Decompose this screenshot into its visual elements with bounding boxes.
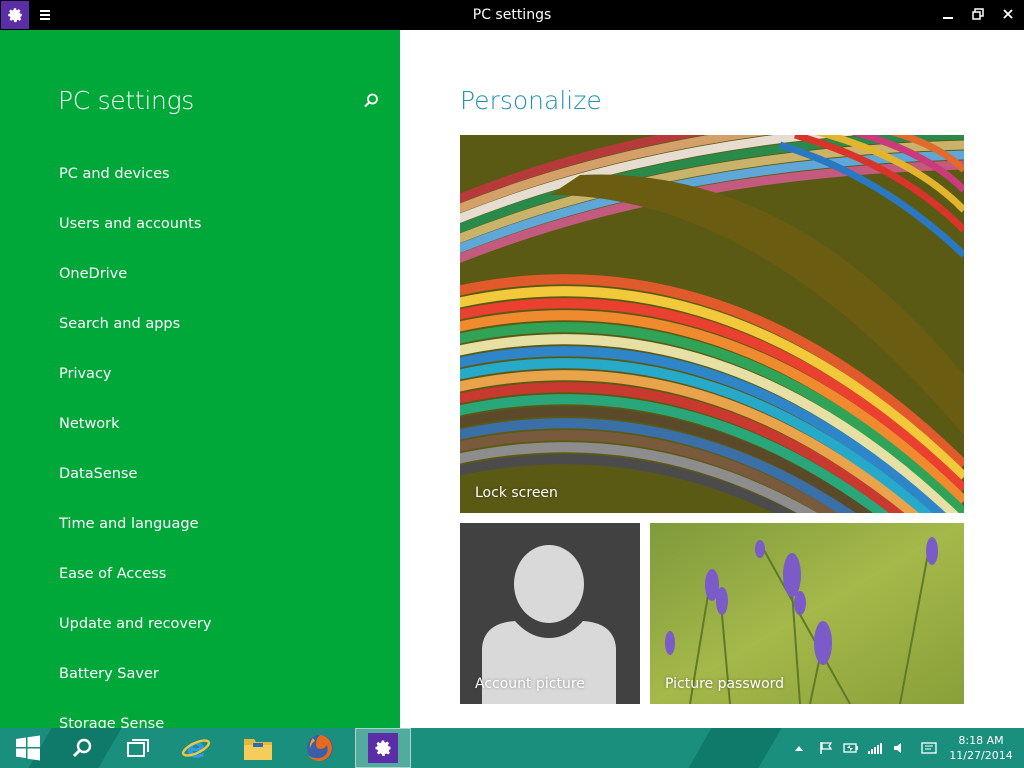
search-icon[interactable] [362,92,380,110]
sidebar-item-time-and-language[interactable]: Time and language [59,516,211,566]
sidebar-title: PC settings [58,86,195,115]
internet-explorer-icon[interactable]: e [168,728,224,768]
clock-date: 11/27/2014 [949,749,1013,762]
task-view-icon[interactable] [110,728,166,768]
notification-icon[interactable] [920,740,938,756]
sidebar-item-onedrive[interactable]: OneDrive [59,266,211,316]
lock-screen-tile[interactable]: Lock screen [460,135,964,513]
sidebar-item-ease-of-access[interactable]: Ease of Access [59,566,211,616]
lock-screen-image [460,135,964,513]
signal-icon[interactable] [866,740,884,756]
lock-screen-label: Lock screen [475,485,558,501]
sidebar-item-datasense[interactable]: DataSense [59,466,211,516]
nav-list: PC and devices Users and accounts OneDri… [59,166,211,728]
taskbar: e 8:18 AM 11/27/2014 [0,728,1024,768]
account-picture-label: Account picture [475,676,585,692]
picture-password-tile[interactable]: Picture password [650,523,964,704]
sidebar-item-search-and-apps[interactable]: Search and apps [59,316,211,366]
volume-icon[interactable] [892,740,906,756]
sidebar-item-update-and-recovery[interactable]: Update and recovery [59,616,211,666]
flag-icon[interactable] [818,740,834,756]
window-title: PC settings [472,7,552,23]
sidebar-item-storage-sense[interactable]: Storage Sense [59,716,211,728]
clock[interactable]: 8:18 AM 11/27/2014 [948,733,1014,763]
taskbar-search-icon[interactable] [54,728,110,768]
restore-icon[interactable] [970,6,986,22]
show-hidden-icons[interactable] [794,740,804,756]
sidebar-item-network[interactable]: Network [59,416,211,466]
sidebar: PC settings PC and devices Users and acc… [0,30,400,728]
sidebar-item-pc-and-devices[interactable]: PC and devices [59,166,211,216]
file-explorer-icon[interactable] [230,728,286,768]
main-content: Personalize Lock screen Account picture … [400,30,1024,728]
gear-icon [368,733,398,763]
clock-time: 8:18 AM [958,734,1004,747]
sidebar-item-privacy[interactable]: Privacy [59,366,211,416]
minimize-icon[interactable] [940,6,956,22]
sidebar-item-battery-saver[interactable]: Battery Saver [59,666,211,716]
account-picture-tile[interactable]: Account picture [460,523,640,704]
pc-settings-taskbar-icon[interactable] [355,728,411,768]
firefox-icon[interactable] [292,728,348,768]
page-title: Personalize [460,86,602,115]
title-bar: PC settings [0,0,1024,30]
close-icon[interactable] [1000,6,1016,22]
battery-icon[interactable] [842,740,860,756]
start-icon[interactable] [0,728,56,768]
svg-text:e: e [187,733,206,763]
picture-password-label: Picture password [665,676,785,692]
sidebar-item-users-and-accounts[interactable]: Users and accounts [59,216,211,266]
